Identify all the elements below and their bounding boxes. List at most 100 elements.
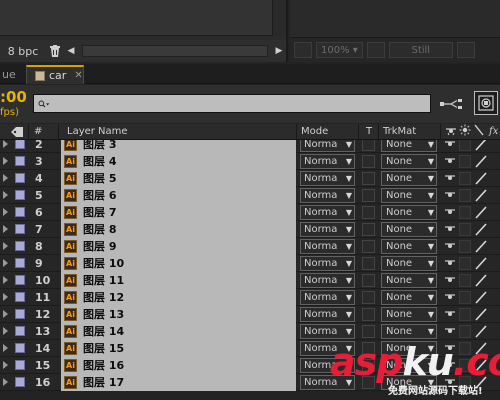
- preserve-transparency-checkbox[interactable]: [362, 325, 375, 338]
- camera-icon[interactable]: [294, 42, 312, 58]
- graph-editor-icon[interactable]: [474, 91, 498, 115]
- layer-label-color[interactable]: [15, 156, 25, 166]
- layer-row[interactable]: 7 Ai 图层 8 Norma ▼ None ▼: [0, 221, 500, 238]
- layer-name-cell[interactable]: Ai 图层 14: [61, 323, 296, 340]
- expand-triangle-icon[interactable]: [3, 157, 8, 165]
- layer-name-cell[interactable]: Ai 图层 16: [61, 357, 296, 374]
- expand-triangle-icon[interactable]: [3, 310, 8, 318]
- shy-switch-icon[interactable]: [443, 307, 457, 322]
- layer-name-cell[interactable]: Ai 图层 17: [61, 374, 296, 391]
- preserve-transparency-checkbox[interactable]: [362, 140, 375, 151]
- collapse-switch[interactable]: [459, 240, 471, 253]
- expand-triangle-icon[interactable]: [3, 225, 8, 233]
- collapse-switch[interactable]: [459, 140, 471, 151]
- layer-search-input[interactable]: [33, 94, 431, 113]
- layer-label-color[interactable]: [15, 241, 25, 251]
- scroll-left-icon[interactable]: ◀: [64, 43, 78, 59]
- horizontal-scrollbar[interactable]: [82, 45, 268, 57]
- quality-switch-icon[interactable]: [474, 239, 488, 254]
- shy-switch-icon[interactable]: [443, 273, 457, 288]
- quality-slash-icon[interactable]: [474, 124, 484, 140]
- quality-switch-icon[interactable]: [474, 256, 488, 271]
- quality-switch-icon[interactable]: [474, 171, 488, 186]
- blend-mode-dropdown[interactable]: Norma ▼: [300, 307, 355, 322]
- grid-icon[interactable]: [456, 42, 475, 58]
- track-matte-dropdown[interactable]: None ▼: [381, 140, 437, 152]
- shy-switch-icon[interactable]: [443, 140, 457, 152]
- quality-switch-icon[interactable]: [474, 273, 488, 288]
- layer-row[interactable]: 2 Ai 图层 3 Norma ▼ None ▼: [0, 140, 500, 153]
- collapse-switch[interactable]: [459, 189, 471, 202]
- collapse-switch[interactable]: [459, 223, 471, 236]
- quality-switch-icon[interactable]: [474, 140, 488, 152]
- layer-name-cell[interactable]: Ai 图层 3: [61, 140, 296, 153]
- track-matte-dropdown[interactable]: None ▼: [381, 290, 437, 305]
- tab-car[interactable]: car ✕: [26, 65, 84, 84]
- scroll-right-icon[interactable]: ▶: [272, 43, 286, 59]
- layer-name-cell[interactable]: Ai 图层 5: [61, 170, 296, 187]
- expand-triangle-icon[interactable]: [3, 361, 8, 369]
- layer-name-cell[interactable]: Ai 图层 6: [61, 187, 296, 204]
- layer-row[interactable]: 11 Ai 图层 12 Norma ▼ None ▼: [0, 289, 500, 306]
- current-timecode[interactable]: :00: [0, 88, 27, 106]
- quality-switch-icon[interactable]: [474, 324, 488, 339]
- shy-switch-icon[interactable]: [443, 188, 457, 203]
- collapse-switch[interactable]: [459, 325, 471, 338]
- preserve-transparency-checkbox[interactable]: [362, 291, 375, 304]
- preserve-transparency-checkbox[interactable]: [362, 257, 375, 270]
- expand-triangle-icon[interactable]: [3, 174, 8, 182]
- shy-switch-icon[interactable]: [443, 290, 457, 305]
- quality-switch-icon[interactable]: [474, 307, 488, 322]
- layer-name-cell[interactable]: Ai 图层 10: [61, 255, 296, 272]
- preserve-transparency-checkbox[interactable]: [362, 206, 375, 219]
- expand-triangle-icon[interactable]: [3, 293, 8, 301]
- layer-label-color[interactable]: [15, 377, 25, 387]
- blend-mode-dropdown[interactable]: Norma ▼: [300, 140, 355, 152]
- bpc-button[interactable]: 8 bpc: [0, 45, 46, 58]
- blend-mode-dropdown[interactable]: Norma ▼: [300, 205, 355, 220]
- track-matte-dropdown[interactable]: None ▼: [381, 273, 437, 288]
- quality-switch-icon[interactable]: [474, 188, 488, 203]
- preserve-transparency-checkbox[interactable]: [362, 308, 375, 321]
- expand-triangle-icon[interactable]: [3, 378, 8, 386]
- layer-row[interactable]: 5 Ai 图层 6 Norma ▼ None ▼: [0, 187, 500, 204]
- layer-row[interactable]: 10 Ai 图层 11 Norma ▼ None ▼: [0, 272, 500, 289]
- zoom-dropdown[interactable]: 100% ▾: [316, 42, 363, 58]
- track-matte-dropdown[interactable]: None ▼: [381, 222, 437, 237]
- blend-mode-dropdown[interactable]: Norma ▼: [300, 290, 355, 305]
- region-icon[interactable]: [366, 42, 385, 58]
- preserve-transparency-checkbox[interactable]: [362, 155, 375, 168]
- layer-label-color[interactable]: [15, 292, 25, 302]
- expand-triangle-icon[interactable]: [3, 327, 8, 335]
- blend-mode-dropdown[interactable]: Norma ▼: [300, 273, 355, 288]
- track-matte-dropdown[interactable]: None ▼: [381, 324, 437, 339]
- close-icon[interactable]: ✕: [74, 70, 82, 81]
- layer-label-color[interactable]: [15, 190, 25, 200]
- layer-row[interactable]: 8 Ai 图层 9 Norma ▼ None ▼: [0, 238, 500, 255]
- track-matte-dropdown[interactable]: None ▼: [381, 188, 437, 203]
- shy-switch-icon[interactable]: [443, 239, 457, 254]
- layer-label-color[interactable]: [15, 207, 25, 217]
- tab-previous[interactable]: ue: [0, 66, 24, 84]
- layer-label-color[interactable]: [15, 326, 25, 336]
- quality-switch-icon[interactable]: [474, 290, 488, 305]
- layer-row[interactable]: 6 Ai 图层 7 Norma ▼ None ▼: [0, 204, 500, 221]
- blend-mode-dropdown[interactable]: Norma ▼: [300, 256, 355, 271]
- quality-switch-icon[interactable]: [474, 205, 488, 220]
- layer-name-cell[interactable]: Ai 图层 8: [61, 221, 296, 238]
- expand-triangle-icon[interactable]: [3, 191, 8, 199]
- shy-switch-icon[interactable]: [443, 171, 457, 186]
- layer-name-cell[interactable]: Ai 图层 15: [61, 340, 296, 357]
- collapse-switch[interactable]: [459, 257, 471, 270]
- blend-mode-dropdown[interactable]: Norma ▼: [300, 324, 355, 339]
- column-layer-name[interactable]: Layer Name: [67, 124, 128, 140]
- fx-icon[interactable]: fx: [489, 124, 498, 140]
- project-scrollbar[interactable]: [272, 0, 286, 36]
- preserve-transparency-checkbox[interactable]: [362, 172, 375, 185]
- track-matte-dropdown[interactable]: None ▼: [381, 239, 437, 254]
- project-list-area[interactable]: [0, 0, 274, 36]
- collapse-switch[interactable]: [459, 172, 471, 185]
- layer-name-cell[interactable]: Ai 图层 4: [61, 153, 296, 170]
- layer-row[interactable]: 13 Ai 图层 14 Norma ▼ None ▼: [0, 323, 500, 340]
- track-matte-dropdown[interactable]: None ▼: [381, 205, 437, 220]
